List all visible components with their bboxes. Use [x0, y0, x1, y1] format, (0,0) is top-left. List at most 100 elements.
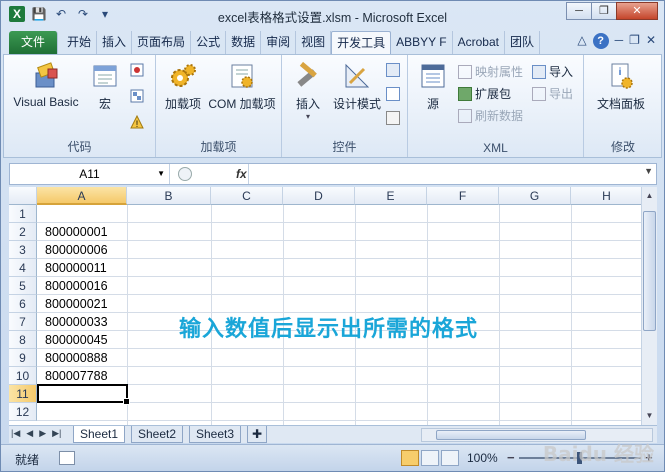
sheet-tab-3[interactable]: Sheet3	[189, 426, 242, 443]
zoom-level[interactable]: 100%	[467, 451, 498, 465]
tab-acrobat[interactable]: Acrobat	[453, 31, 505, 54]
map-properties-button[interactable]: 映射属性	[458, 63, 523, 80]
run-dialog-button[interactable]	[386, 111, 400, 125]
row-header-1[interactable]: 1	[9, 205, 37, 223]
next-sheet-icon[interactable]: ▶	[39, 428, 46, 439]
cell-a5[interactable]: 800000016	[45, 277, 108, 295]
sheet-tab-2[interactable]: Sheet2	[131, 426, 184, 443]
column-header-f[interactable]: F	[427, 187, 499, 205]
cell-a10[interactable]: 800007788	[45, 367, 108, 385]
xml-source-button[interactable]: 源	[414, 61, 452, 112]
scroll-up-icon[interactable]: ▲	[642, 189, 657, 203]
cell-a2[interactable]: 800000001	[45, 223, 108, 241]
doc-restore-icon[interactable]: ❐	[629, 33, 640, 49]
cell-a8[interactable]: 800000045	[45, 331, 108, 349]
record-macro-button[interactable]	[130, 63, 144, 77]
tab-formulas[interactable]: 公式	[191, 31, 227, 54]
row-header-8[interactable]: 8	[9, 331, 37, 349]
tab-abbyy[interactable]: ABBYY F	[391, 31, 453, 54]
row-header-3[interactable]: 3	[9, 241, 37, 259]
vertical-scroll-thumb[interactable]	[643, 211, 656, 331]
restore-button[interactable]: ❐	[591, 2, 617, 20]
close-button[interactable]: ✕	[616, 2, 658, 20]
column-header-e[interactable]: E	[355, 187, 427, 205]
cell-a9[interactable]: 800000888	[45, 349, 108, 367]
prev-sheet-icon[interactable]: ◀	[26, 428, 33, 439]
column-header-b[interactable]: B	[127, 187, 211, 205]
cell-a7[interactable]: 800000033	[45, 313, 108, 331]
document-panel-button[interactable]: i 文档面板	[588, 61, 654, 112]
tab-page-layout[interactable]: 页面布局	[132, 31, 192, 54]
vertical-scrollbar[interactable]: ▲ ▼	[641, 187, 657, 425]
tab-view[interactable]: 视图	[296, 31, 332, 54]
export-button[interactable]: 导出	[532, 85, 573, 102]
tab-review[interactable]: 审阅	[261, 31, 297, 54]
column-header-h[interactable]: H	[571, 187, 641, 205]
name-box-dropdown-icon[interactable]: ▼	[157, 164, 165, 184]
macro-record-icon[interactable]	[59, 451, 75, 465]
macro-security-button[interactable]: !	[130, 115, 144, 129]
column-header-a[interactable]: A	[37, 187, 127, 205]
cell-a3[interactable]: 800000006	[45, 241, 108, 259]
worksheet-grid[interactable]: A B C D E F G H 1 2 3 4 5 6 7 8 9 10 11 …	[9, 187, 641, 425]
scroll-down-icon[interactable]: ▼	[642, 409, 657, 423]
active-cell-a11[interactable]	[37, 384, 130, 405]
row-header-11[interactable]: 11	[9, 385, 37, 403]
gear-icon	[171, 64, 196, 87]
view-code-button[interactable]	[386, 87, 400, 101]
sheet-tab-1[interactable]: Sheet1	[73, 426, 126, 443]
refresh-data-button[interactable]: 刷新数据	[458, 107, 523, 124]
tab-insert[interactable]: 插入	[97, 31, 133, 54]
design-mode-button[interactable]: 设计模式	[330, 61, 384, 112]
excel-window: X 💾 ↶ ↷ ▾ excel表格格式设置.xlsm - Microsoft E…	[0, 0, 665, 472]
tab-developer[interactable]: 开发工具	[331, 31, 392, 54]
cell-a4[interactable]: 800000011	[45, 259, 107, 277]
row-header-6[interactable]: 6	[9, 295, 37, 313]
normal-view-icon[interactable]	[401, 450, 419, 466]
tab-home[interactable]: 开始	[62, 31, 98, 54]
expand-formula-bar-icon[interactable]: ▼	[644, 166, 653, 176]
first-sheet-icon[interactable]: |◀	[11, 428, 20, 439]
row-header-2[interactable]: 2	[9, 223, 37, 241]
page-layout-view-icon[interactable]	[421, 450, 439, 466]
tab-data[interactable]: 数据	[226, 31, 262, 54]
row-header-12[interactable]: 12	[9, 403, 37, 421]
last-sheet-icon[interactable]: ▶|	[52, 428, 61, 439]
import-button[interactable]: 导入	[532, 63, 573, 80]
relative-reference-button[interactable]	[130, 89, 144, 103]
expansion-packs-button[interactable]: 扩展包	[458, 85, 511, 102]
tab-file[interactable]: 文件	[9, 31, 59, 54]
addins-button[interactable]: 加载项	[160, 61, 206, 112]
row-header-10[interactable]: 10	[9, 367, 37, 385]
cell-a6[interactable]: 800000021	[45, 295, 108, 313]
properties-button[interactable]	[386, 63, 400, 77]
view-code-icon	[386, 87, 400, 101]
page-break-view-icon[interactable]	[441, 450, 459, 466]
com-addins-button[interactable]: COM 加载项	[206, 61, 278, 112]
visual-basic-button[interactable]: Visual Basic	[10, 61, 82, 109]
column-header-c[interactable]: C	[211, 187, 283, 205]
tab-team[interactable]: 团队	[505, 31, 540, 54]
svg-text:!: !	[136, 119, 139, 129]
minimize-ribbon-icon[interactable]: △	[577, 33, 586, 49]
minimize-button[interactable]: ─	[566, 2, 592, 20]
select-all-corner[interactable]	[9, 187, 37, 205]
column-header-g[interactable]: G	[499, 187, 571, 205]
doc-close-icon[interactable]: ✕	[646, 33, 656, 49]
fx-icon[interactable]: fx	[236, 164, 247, 184]
row-header-4[interactable]: 4	[9, 259, 37, 277]
sheet-nav-buttons: |◀ ◀ ▶ ▶|	[11, 428, 61, 439]
insert-control-button[interactable]: 插入 ▾	[288, 61, 328, 121]
help-icon[interactable]: ?	[592, 33, 609, 49]
doc-minimize-icon[interactable]: ─	[615, 33, 624, 49]
formula-expand-icon[interactable]	[178, 167, 192, 181]
row-header-7[interactable]: 7	[9, 313, 37, 331]
insert-sheet-icon[interactable]: ✚	[247, 426, 268, 443]
row-header-5[interactable]: 5	[9, 277, 37, 295]
formula-input[interactable]	[248, 164, 636, 184]
row-header-9[interactable]: 9	[9, 349, 37, 367]
name-box[interactable]: A11 ▼	[10, 164, 170, 184]
macro-button[interactable]: 宏	[88, 61, 122, 112]
column-header-d[interactable]: D	[283, 187, 355, 205]
zoom-out-icon[interactable]: −	[507, 450, 515, 465]
